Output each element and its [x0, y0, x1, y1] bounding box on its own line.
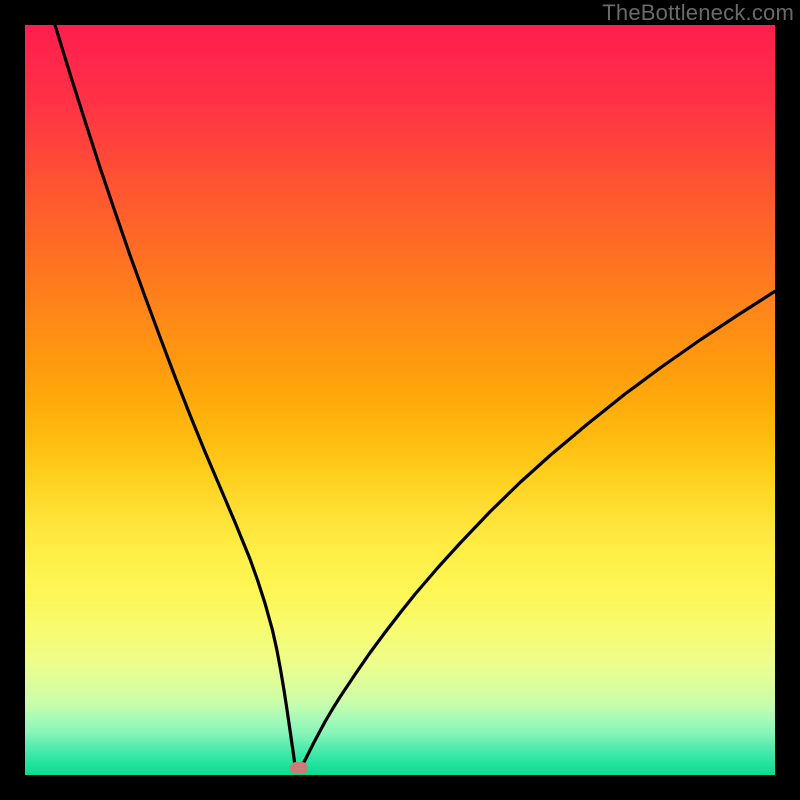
- chart-frame: TheBottleneck.com: [0, 0, 800, 800]
- bottleneck-curve: [25, 25, 775, 775]
- watermark-text: TheBottleneck.com: [602, 0, 794, 26]
- plot-area: [25, 25, 775, 775]
- notch-marker: [290, 762, 308, 774]
